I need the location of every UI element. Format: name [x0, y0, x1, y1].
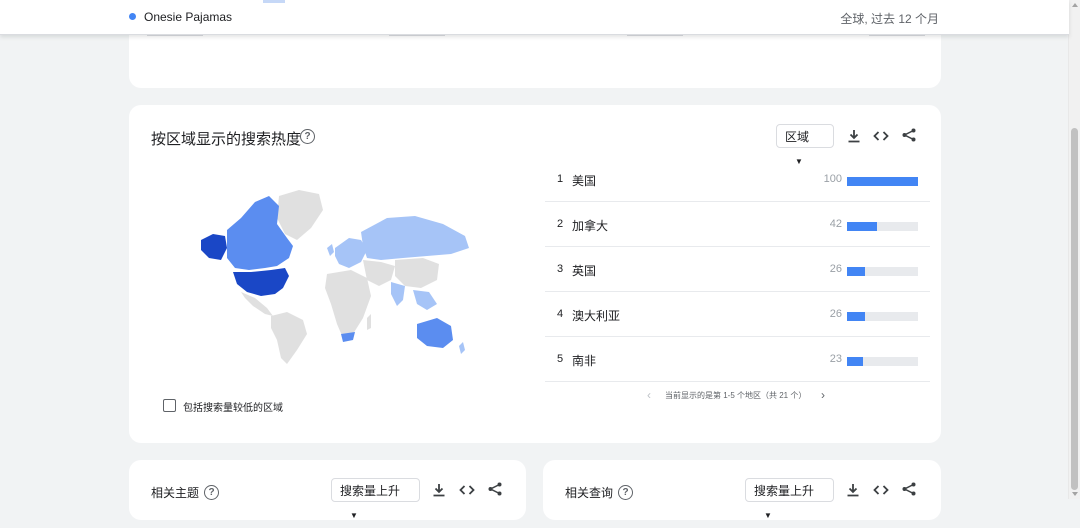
- embed-code-icon[interactable]: [873, 128, 889, 144]
- download-icon[interactable]: [431, 482, 447, 498]
- page-scrollbar[interactable]: [1068, 0, 1080, 499]
- embed-code-icon[interactable]: [873, 482, 889, 498]
- search-term-label: Onesie Pajamas: [144, 10, 233, 24]
- related-topics-select[interactable]: 搜索量上升 ▼: [331, 478, 420, 520]
- region-bar: [847, 222, 918, 231]
- resolution-select[interactable]: 区域▼: [776, 124, 834, 166]
- caret-down-icon: ▼: [350, 510, 358, 520]
- related-topics-title: 相关主题: [151, 486, 200, 500]
- help-icon[interactable]: ?: [204, 485, 219, 500]
- related-queries-title: 相关查询: [565, 486, 614, 500]
- region-value: 23: [829, 353, 842, 365]
- region-bar: [847, 267, 918, 276]
- region-value: 26: [829, 308, 842, 320]
- related-queries-select[interactable]: 搜索量上升 ▼: [745, 478, 834, 520]
- map-region-east-asia[interactable]: [395, 258, 439, 288]
- map-region-united-states[interactable]: [233, 268, 289, 296]
- map-region-south-america[interactable]: [271, 312, 307, 364]
- region-rank: 2: [557, 218, 564, 230]
- term-color-dot: [129, 13, 136, 20]
- region-rank: 4: [557, 308, 564, 320]
- region-name[interactable]: 澳大利亚: [572, 307, 620, 324]
- share-icon[interactable]: [901, 127, 917, 143]
- world-map[interactable]: [191, 188, 476, 368]
- scroll-down-icon[interactable]: [1072, 492, 1078, 496]
- download-icon[interactable]: [846, 128, 862, 144]
- share-icon[interactable]: [901, 481, 917, 497]
- region-row[interactable]: 1 美国 100: [545, 157, 930, 202]
- region-rank: 1: [557, 173, 564, 185]
- region-value: 100: [823, 173, 842, 185]
- resolution-select-value: 区域: [785, 130, 810, 144]
- region-rank: 5: [557, 353, 564, 365]
- low-volume-checkbox[interactable]: [163, 399, 176, 412]
- share-icon[interactable]: [487, 481, 503, 497]
- map-region-madagascar[interactable]: [367, 314, 371, 330]
- related-topics-card: 相关主题 ? 搜索量上升 ▼: [129, 460, 526, 520]
- map-region-india[interactable]: [391, 282, 405, 306]
- map-region-uk[interactable]: [327, 244, 334, 256]
- region-bar-fill: [847, 222, 877, 231]
- help-icon[interactable]: ?: [618, 485, 633, 500]
- map-region-europe[interactable]: [335, 238, 367, 268]
- scope-meta: 全球, 过去 12 个月: [840, 12, 939, 26]
- region-bar: [847, 177, 918, 186]
- map-region-greenland[interactable]: [277, 190, 323, 240]
- region-value: 26: [829, 263, 842, 275]
- region-row[interactable]: 5 南非 23: [545, 337, 930, 382]
- map-region-alaska[interactable]: [201, 234, 227, 260]
- region-bar: [847, 357, 918, 366]
- card-title: 按区域显示的搜索热度: [151, 131, 302, 148]
- sticky-header: Onesie Pajamas 全球, 过去 12 个月: [0, 0, 1069, 35]
- interest-by-region-card: 按区域显示的搜索热度 ? 区域▼ 1 美国 100 2 加拿大 42 3 英国 …: [129, 105, 941, 443]
- pager-next-icon[interactable]: ›: [821, 388, 825, 402]
- tab-indicator: [263, 0, 285, 3]
- region-name[interactable]: 英国: [572, 262, 596, 279]
- region-bar-fill: [847, 177, 918, 186]
- help-icon[interactable]: ?: [300, 129, 315, 144]
- region-value: 42: [829, 218, 842, 230]
- map-region-mexico[interactable]: [241, 292, 273, 316]
- region-bar-fill: [847, 267, 866, 276]
- related-queries-card: 相关查询 ? 搜索量上升 ▼: [543, 460, 941, 520]
- region-bar-fill: [847, 312, 866, 321]
- embed-code-icon[interactable]: [459, 482, 475, 498]
- region-row[interactable]: 4 澳大利亚 26: [545, 292, 930, 337]
- map-region-new-zealand[interactable]: [459, 342, 465, 354]
- low-volume-checkbox-label[interactable]: 包括搜索量较低的区域: [183, 399, 283, 414]
- region-rank: 3: [557, 263, 564, 275]
- caret-down-icon: ▼: [764, 510, 772, 520]
- related-queries-select-value: 搜索量上升: [754, 484, 815, 498]
- region-bar-fill: [847, 357, 864, 366]
- region-name[interactable]: 南非: [572, 352, 596, 369]
- region-row[interactable]: 3 英国 26: [545, 247, 930, 292]
- map-region-africa[interactable]: [325, 270, 371, 338]
- related-topics-select-value: 搜索量上升: [340, 484, 401, 498]
- region-row[interactable]: 2 加拿大 42: [545, 202, 930, 247]
- pager-prev-icon[interactable]: ‹: [647, 388, 651, 402]
- region-name[interactable]: 美国: [572, 172, 596, 189]
- map-region-australia[interactable]: [417, 318, 453, 348]
- map-region-southeast-asia[interactable]: [413, 290, 437, 310]
- download-icon[interactable]: [845, 482, 861, 498]
- map-region-russia[interactable]: [361, 216, 469, 260]
- region-bar: [847, 312, 918, 321]
- scroll-up-icon[interactable]: [1072, 3, 1078, 7]
- pager-status: 当前显示的是第 1-5 个地区（共 21 个）: [665, 391, 807, 400]
- region-name[interactable]: 加拿大: [572, 217, 608, 234]
- scrollbar-thumb[interactable]: [1071, 128, 1078, 490]
- region-ranking-list: 1 美国 100 2 加拿大 42 3 英国 26 4 澳大利亚 26 5 南非…: [545, 157, 930, 382]
